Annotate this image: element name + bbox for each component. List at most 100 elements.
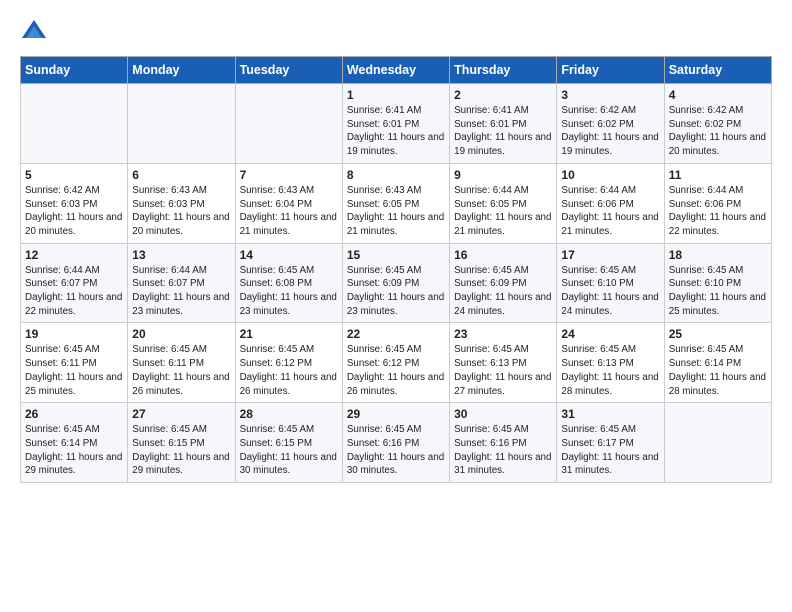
calendar-cell: 6Sunrise: 6:43 AMSunset: 6:03 PMDaylight…	[128, 163, 235, 243]
weekday-header: Saturday	[664, 57, 771, 84]
calendar-cell: 19Sunrise: 6:45 AMSunset: 6:11 PMDayligh…	[21, 323, 128, 403]
cell-sunset: Sunset: 6:08 PM	[240, 278, 312, 289]
calendar-cell: 10Sunrise: 6:44 AMSunset: 6:06 PMDayligh…	[557, 163, 664, 243]
cell-sunset: Sunset: 6:16 PM	[347, 438, 419, 449]
calendar-cell: 29Sunrise: 6:45 AMSunset: 6:16 PMDayligh…	[342, 403, 449, 483]
calendar-week-row: 26Sunrise: 6:45 AMSunset: 6:14 PMDayligh…	[21, 403, 772, 483]
cell-sunset: Sunset: 6:02 PM	[669, 119, 741, 130]
day-number: 4	[669, 88, 767, 102]
cell-daylight: Daylight: 11 hours and 20 minutes.	[25, 212, 122, 237]
cell-sunrise: Sunrise: 6:42 AM	[25, 185, 100, 196]
cell-sunset: Sunset: 6:11 PM	[25, 358, 97, 369]
cell-daylight: Daylight: 11 hours and 22 minutes.	[669, 212, 766, 237]
cell-sunrise: Sunrise: 6:44 AM	[25, 265, 100, 276]
cell-daylight: Daylight: 11 hours and 30 minutes.	[347, 452, 444, 477]
cell-daylight: Daylight: 11 hours and 30 minutes.	[240, 452, 337, 477]
calendar-cell: 15Sunrise: 6:45 AMSunset: 6:09 PMDayligh…	[342, 243, 449, 323]
cell-sunrise: Sunrise: 6:45 AM	[240, 424, 315, 435]
cell-daylight: Daylight: 11 hours and 23 minutes.	[240, 292, 337, 317]
cell-daylight: Daylight: 11 hours and 29 minutes.	[132, 452, 229, 477]
cell-sunset: Sunset: 6:06 PM	[669, 199, 741, 210]
cell-sunrise: Sunrise: 6:45 AM	[25, 344, 100, 355]
cell-sunrise: Sunrise: 6:43 AM	[347, 185, 422, 196]
calendar-cell: 5Sunrise: 6:42 AMSunset: 6:03 PMDaylight…	[21, 163, 128, 243]
cell-sunrise: Sunrise: 6:45 AM	[561, 344, 636, 355]
cell-daylight: Daylight: 11 hours and 26 minutes.	[132, 372, 229, 397]
cell-sunrise: Sunrise: 6:44 AM	[454, 185, 529, 196]
day-number: 26	[25, 407, 123, 421]
calendar-cell	[664, 403, 771, 483]
day-number: 2	[454, 88, 552, 102]
calendar-cell: 2Sunrise: 6:41 AMSunset: 6:01 PMDaylight…	[450, 84, 557, 164]
weekday-header-row: SundayMondayTuesdayWednesdayThursdayFrid…	[21, 57, 772, 84]
day-number: 5	[25, 168, 123, 182]
calendar-cell: 3Sunrise: 6:42 AMSunset: 6:02 PMDaylight…	[557, 84, 664, 164]
cell-daylight: Daylight: 11 hours and 19 minutes.	[347, 132, 444, 157]
day-number: 7	[240, 168, 338, 182]
cell-sunrise: Sunrise: 6:45 AM	[454, 344, 529, 355]
cell-sunrise: Sunrise: 6:44 AM	[669, 185, 744, 196]
calendar-cell: 14Sunrise: 6:45 AMSunset: 6:08 PMDayligh…	[235, 243, 342, 323]
calendar-cell: 12Sunrise: 6:44 AMSunset: 6:07 PMDayligh…	[21, 243, 128, 323]
day-number: 16	[454, 248, 552, 262]
cell-sunrise: Sunrise: 6:44 AM	[561, 185, 636, 196]
day-number: 3	[561, 88, 659, 102]
calendar-cell: 17Sunrise: 6:45 AMSunset: 6:10 PMDayligh…	[557, 243, 664, 323]
cell-sunrise: Sunrise: 6:45 AM	[132, 424, 207, 435]
calendar-table: SundayMondayTuesdayWednesdayThursdayFrid…	[20, 56, 772, 483]
calendar-cell: 25Sunrise: 6:45 AMSunset: 6:14 PMDayligh…	[664, 323, 771, 403]
calendar-cell: 27Sunrise: 6:45 AMSunset: 6:15 PMDayligh…	[128, 403, 235, 483]
calendar-cell: 7Sunrise: 6:43 AMSunset: 6:04 PMDaylight…	[235, 163, 342, 243]
day-number: 23	[454, 327, 552, 341]
cell-sunset: Sunset: 6:10 PM	[669, 278, 741, 289]
calendar-week-row: 1Sunrise: 6:41 AMSunset: 6:01 PMDaylight…	[21, 84, 772, 164]
cell-daylight: Daylight: 11 hours and 26 minutes.	[240, 372, 337, 397]
weekday-header: Thursday	[450, 57, 557, 84]
calendar-week-row: 12Sunrise: 6:44 AMSunset: 6:07 PMDayligh…	[21, 243, 772, 323]
calendar-cell: 21Sunrise: 6:45 AMSunset: 6:12 PMDayligh…	[235, 323, 342, 403]
cell-sunset: Sunset: 6:17 PM	[561, 438, 633, 449]
cell-sunrise: Sunrise: 6:45 AM	[240, 265, 315, 276]
cell-sunrise: Sunrise: 6:42 AM	[669, 105, 744, 116]
day-number: 21	[240, 327, 338, 341]
cell-daylight: Daylight: 11 hours and 21 minutes.	[240, 212, 337, 237]
weekday-header: Tuesday	[235, 57, 342, 84]
cell-daylight: Daylight: 11 hours and 28 minutes.	[561, 372, 658, 397]
cell-sunrise: Sunrise: 6:45 AM	[669, 265, 744, 276]
day-number: 30	[454, 407, 552, 421]
calendar-cell	[235, 84, 342, 164]
cell-daylight: Daylight: 11 hours and 22 minutes.	[25, 292, 122, 317]
day-number: 1	[347, 88, 445, 102]
cell-sunset: Sunset: 6:03 PM	[132, 199, 204, 210]
cell-sunset: Sunset: 6:11 PM	[132, 358, 204, 369]
cell-sunset: Sunset: 6:10 PM	[561, 278, 633, 289]
cell-sunrise: Sunrise: 6:45 AM	[132, 344, 207, 355]
day-number: 27	[132, 407, 230, 421]
day-number: 22	[347, 327, 445, 341]
day-number: 11	[669, 168, 767, 182]
calendar-cell: 26Sunrise: 6:45 AMSunset: 6:14 PMDayligh…	[21, 403, 128, 483]
cell-sunrise: Sunrise: 6:45 AM	[669, 344, 744, 355]
cell-daylight: Daylight: 11 hours and 20 minutes.	[669, 132, 766, 157]
cell-sunrise: Sunrise: 6:45 AM	[347, 265, 422, 276]
cell-sunset: Sunset: 6:09 PM	[347, 278, 419, 289]
cell-daylight: Daylight: 11 hours and 21 minutes.	[561, 212, 658, 237]
calendar-cell: 30Sunrise: 6:45 AMSunset: 6:16 PMDayligh…	[450, 403, 557, 483]
cell-daylight: Daylight: 11 hours and 31 minutes.	[454, 452, 551, 477]
cell-sunrise: Sunrise: 6:43 AM	[132, 185, 207, 196]
cell-daylight: Daylight: 11 hours and 24 minutes.	[454, 292, 551, 317]
cell-sunset: Sunset: 6:07 PM	[132, 278, 204, 289]
cell-sunrise: Sunrise: 6:45 AM	[25, 424, 100, 435]
weekday-header: Wednesday	[342, 57, 449, 84]
cell-daylight: Daylight: 11 hours and 23 minutes.	[132, 292, 229, 317]
cell-sunrise: Sunrise: 6:42 AM	[561, 105, 636, 116]
cell-daylight: Daylight: 11 hours and 29 minutes.	[25, 452, 122, 477]
cell-daylight: Daylight: 11 hours and 24 minutes.	[561, 292, 658, 317]
cell-daylight: Daylight: 11 hours and 21 minutes.	[347, 212, 444, 237]
day-number: 17	[561, 248, 659, 262]
cell-sunrise: Sunrise: 6:45 AM	[454, 424, 529, 435]
calendar-week-row: 19Sunrise: 6:45 AMSunset: 6:11 PMDayligh…	[21, 323, 772, 403]
cell-daylight: Daylight: 11 hours and 27 minutes.	[454, 372, 551, 397]
day-number: 28	[240, 407, 338, 421]
calendar-cell: 8Sunrise: 6:43 AMSunset: 6:05 PMDaylight…	[342, 163, 449, 243]
